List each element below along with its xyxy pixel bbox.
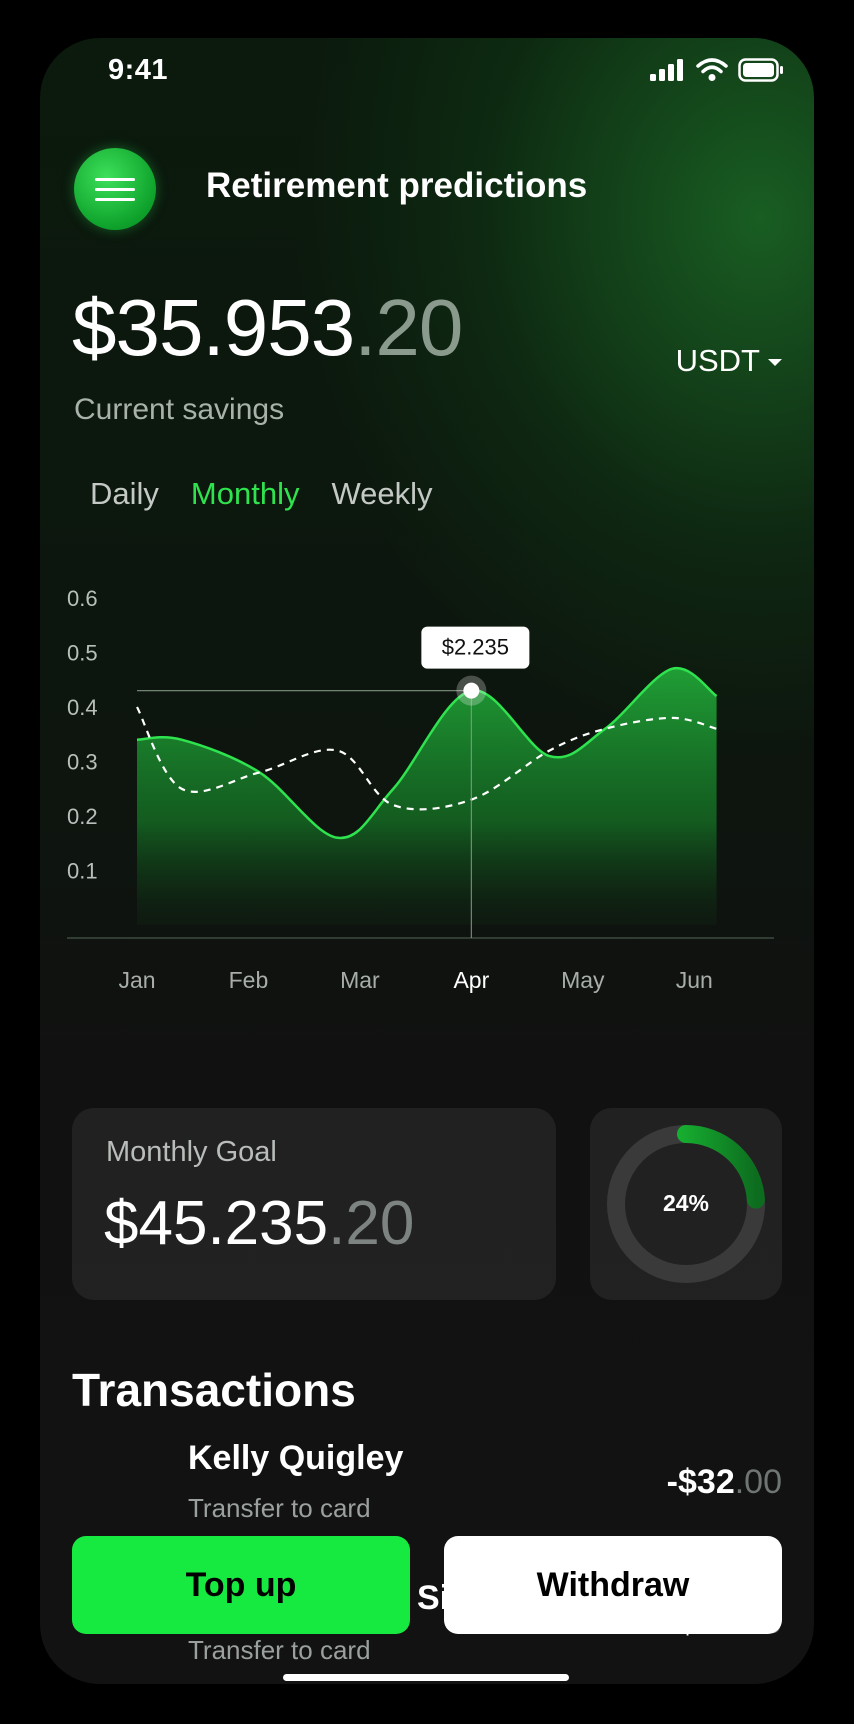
top-up-button[interactable]: Top up <box>72 1536 410 1634</box>
y-tick-label: 0.1 <box>67 859 98 884</box>
x-tick-label: Mar <box>340 967 380 993</box>
y-tick-label: 0.2 <box>67 804 98 829</box>
monthly-goal-label: Monthly Goal <box>106 1136 277 1168</box>
amount-decimal: .20 <box>354 283 463 372</box>
monthly-goal-amount: $45.235.20 <box>104 1193 414 1255</box>
tab-monthly[interactable]: Monthly <box>191 476 300 512</box>
y-tick-label: 0.3 <box>67 750 98 775</box>
x-tick-label: May <box>561 967 605 993</box>
hamburger-icon <box>95 171 135 208</box>
withdraw-button[interactable]: Withdraw <box>444 1536 782 1634</box>
current-savings-label: Current savings <box>74 393 285 426</box>
transaction-amount: -$32.00 <box>667 1463 782 1502</box>
y-tick-label: 0.4 <box>67 695 98 720</box>
status-time: 9:41 <box>108 54 169 86</box>
current-savings-amount: $35.953.20 <box>72 288 463 368</box>
tx-amount-decimal: .00 <box>734 1463 782 1501</box>
battery-icon <box>738 58 783 82</box>
currency-label: USDT <box>675 343 760 378</box>
page-title: Retirement predictions <box>206 166 588 205</box>
phone-screen: 9:41 Retirement predictions $35.953.20 C… <box>40 38 814 1684</box>
signal-icon <box>650 59 683 81</box>
transaction-name: Kelly Quigley <box>188 1439 404 1477</box>
goal-amount-whole: $45.235 <box>104 1189 329 1258</box>
wifi-icon <box>696 58 728 81</box>
status-icons <box>650 58 784 82</box>
x-tick-label: Feb <box>229 967 269 993</box>
caret-down-icon <box>768 359 782 366</box>
currency-selector[interactable]: USDT <box>676 343 782 379</box>
goal-percent: 24% <box>662 1190 710 1216</box>
tx-amount-whole: -$32 <box>666 1463 735 1501</box>
transactions-title: Transactions <box>72 1364 356 1416</box>
x-tick-label: Jun <box>676 967 713 993</box>
goal-amount-decimal: .20 <box>328 1189 415 1258</box>
tab-weekly[interactable]: Weekly <box>331 476 432 512</box>
tab-daily[interactable]: Daily <box>90 476 159 512</box>
y-tick-label: 0.6 <box>67 586 98 611</box>
selected-point <box>463 682 480 699</box>
menu-button[interactable] <box>74 148 156 230</box>
savings-chart: 0.70.60.50.40.30.20.1$2.235JanFebMarAprM… <box>67 586 774 993</box>
home-indicator <box>283 1674 569 1681</box>
y-tick-label: 0.5 <box>67 641 98 666</box>
transaction-subtitle: Transfer to card <box>188 1493 371 1523</box>
transaction-row[interactable]: Kelly Quigley Transfer to card -$32.00 <box>72 1433 782 1553</box>
period-tabs: Daily Monthly Weekly <box>90 476 433 512</box>
transaction-subtitle: Transfer to card <box>188 1635 371 1665</box>
amount-whole: $35.953 <box>72 283 355 372</box>
x-tick-label: Jan <box>118 967 155 993</box>
x-tick-label: Apr <box>453 967 489 993</box>
tooltip-text: $2.235 <box>442 635 509 660</box>
